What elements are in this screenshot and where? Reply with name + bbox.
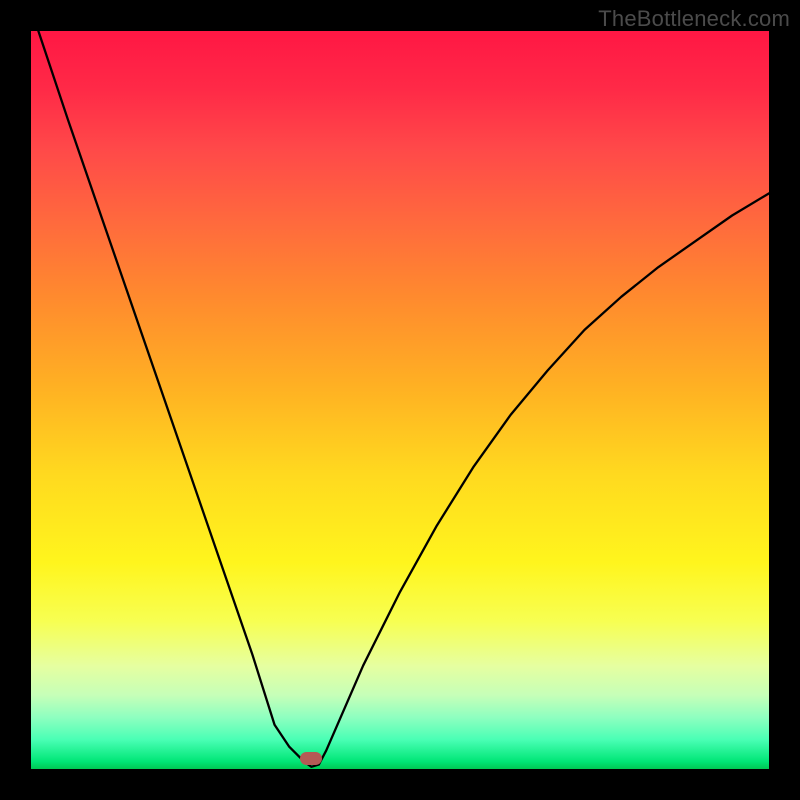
curve-path [38, 31, 769, 767]
chart-frame: TheBottleneck.com [0, 0, 800, 800]
attribution-label: TheBottleneck.com [598, 6, 790, 32]
optimum-marker [300, 752, 322, 765]
chart-plot-area [31, 31, 769, 769]
bottleneck-curve [31, 31, 769, 769]
